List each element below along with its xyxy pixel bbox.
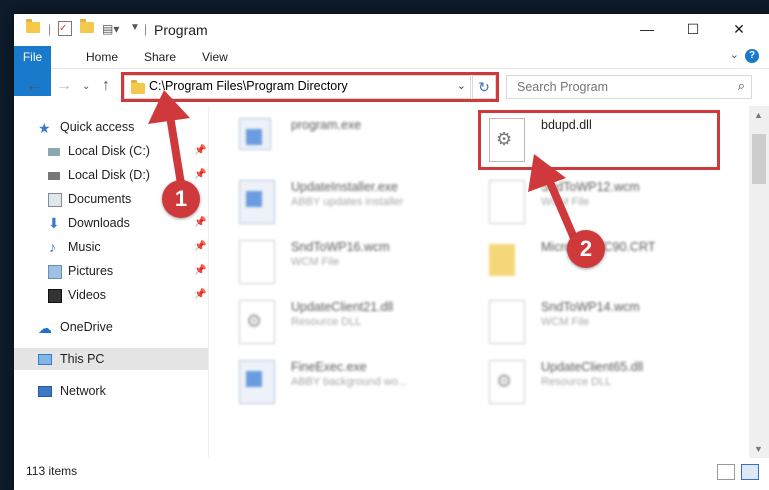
- explorer-window: | ✓ ▤▾ ▼ | Program — ☐ ✕ File Home Share…: [14, 14, 769, 490]
- step-badge-2: 2: [567, 230, 605, 268]
- step-badge-1: 1: [162, 180, 200, 218]
- annotation-arrows: [148, 90, 578, 242]
